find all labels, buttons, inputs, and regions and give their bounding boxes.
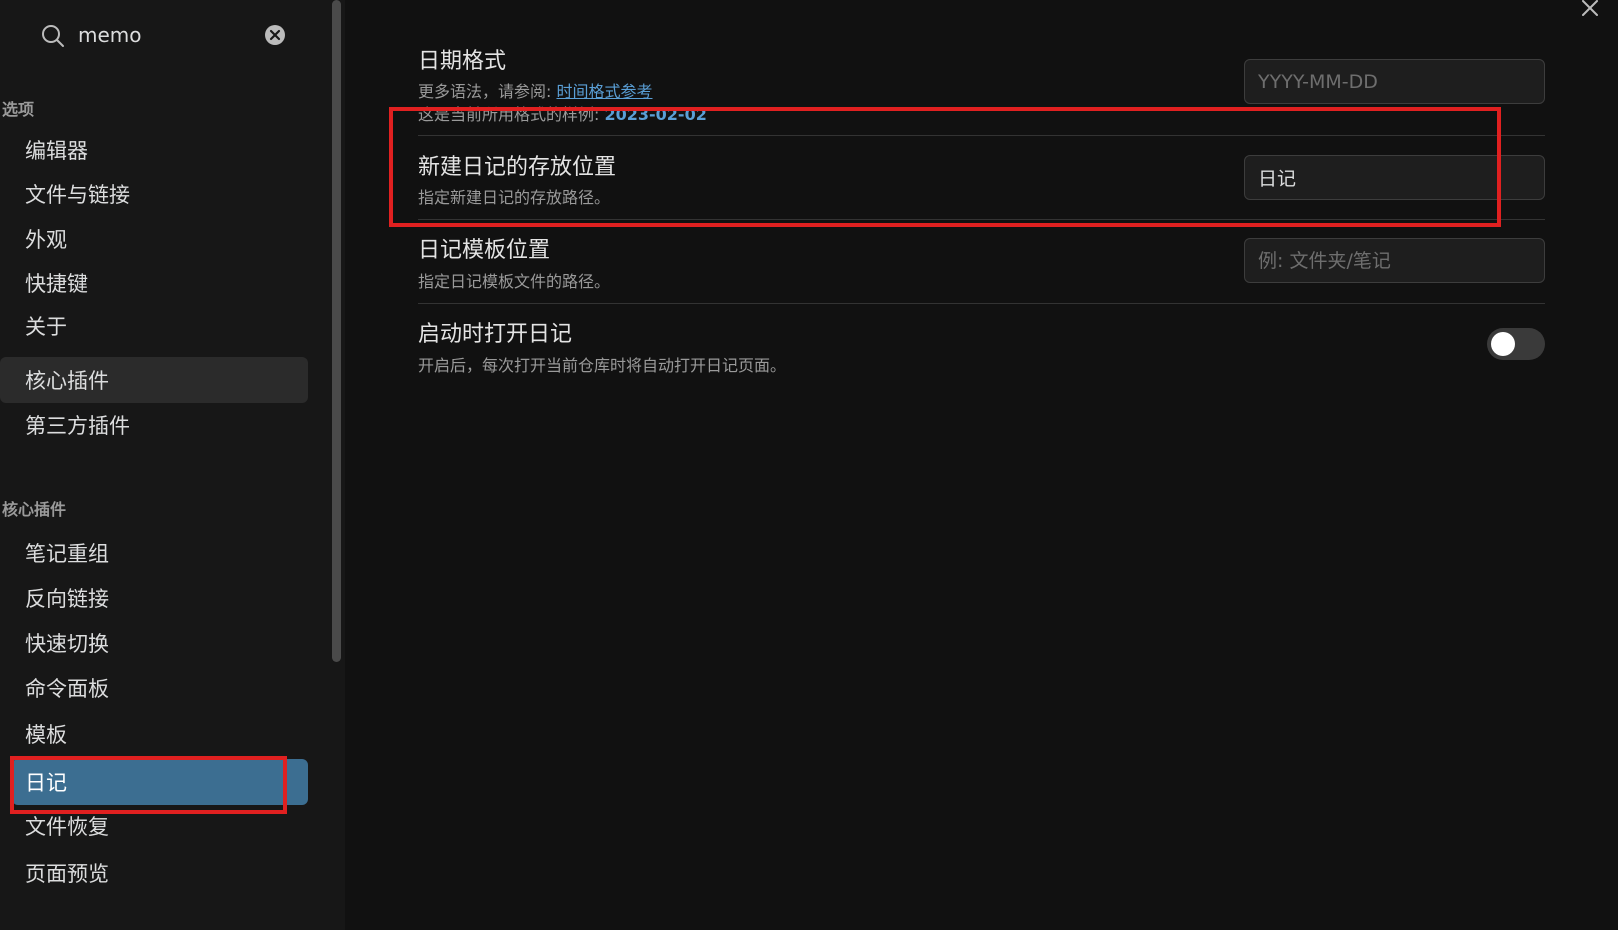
description-text: 更多语法，请参阅:	[418, 82, 557, 101]
close-icon[interactable]	[1580, 0, 1600, 20]
sidebar-item-appearance[interactable]: 外观	[0, 216, 308, 262]
sidebar-item-note-composer[interactable]: 笔记重组	[0, 530, 308, 576]
search-box[interactable]	[22, 12, 297, 58]
setting-name: 日期格式	[418, 49, 507, 74]
sidebar-item-editor[interactable]: 编辑器	[0, 127, 308, 173]
setting-description: 更多语法，请参阅: 时间格式参考	[418, 78, 653, 102]
search-icon	[42, 25, 64, 47]
setting-description: 开启后，每次打开当前仓库时将自动打开日记页面。	[418, 356, 787, 375]
setting-name: 日记模板位置	[418, 238, 551, 263]
sidebar-item-hotkeys[interactable]: 快捷键	[0, 260, 308, 306]
setting-name: 启动时打开日记	[418, 322, 573, 347]
sidebar-item-command-palette[interactable]: 命令面板	[0, 665, 308, 711]
sidebar-item-files-links[interactable]: 文件与链接	[0, 171, 308, 217]
annotation-highlight-location	[389, 107, 1501, 227]
search-input[interactable]	[78, 20, 268, 50]
sidebar-item-quick-switcher[interactable]: 快速切换	[0, 620, 308, 666]
open-on-startup-toggle[interactable]	[1487, 328, 1545, 360]
clear-search-icon[interactable]	[264, 24, 286, 46]
setting-open-on-startup: 启动时打开日记 开启后，每次打开当前仓库时将自动打开日记页面。	[418, 304, 1545, 388]
sidebar-scrollbar[interactable]	[332, 0, 341, 662]
settings-window: 选项 编辑器 文件与链接 外观 快捷键 关于 核心插件 第三方插件 核心插件 笔…	[0, 0, 1618, 930]
toggle-knob	[1491, 332, 1515, 356]
sidebar-item-about[interactable]: 关于	[0, 303, 308, 349]
sidebar-item-templates[interactable]: 模板	[0, 711, 308, 757]
format-reference-link[interactable]: 时间格式参考	[556, 82, 652, 101]
sidebar-item-community-plugins[interactable]: 第三方插件	[0, 402, 308, 448]
date-format-input[interactable]	[1244, 59, 1545, 104]
annotation-highlight-daily-notes	[10, 756, 287, 814]
sidebar-item-core-plugins[interactable]: 核心插件	[0, 357, 308, 403]
sidebar-item-page-preview[interactable]: 页面预览	[0, 850, 308, 896]
setting-description: 指定日记模板文件的路径。	[418, 272, 611, 291]
core-plugins-group-title: 核心插件	[2, 500, 67, 519]
setting-template-location: 日记模板位置 指定日记模板文件的路径。	[418, 220, 1545, 304]
template-location-input[interactable]	[1244, 238, 1545, 283]
options-group-title: 选项	[2, 100, 35, 119]
sidebar-item-backlinks[interactable]: 反向链接	[0, 575, 308, 621]
